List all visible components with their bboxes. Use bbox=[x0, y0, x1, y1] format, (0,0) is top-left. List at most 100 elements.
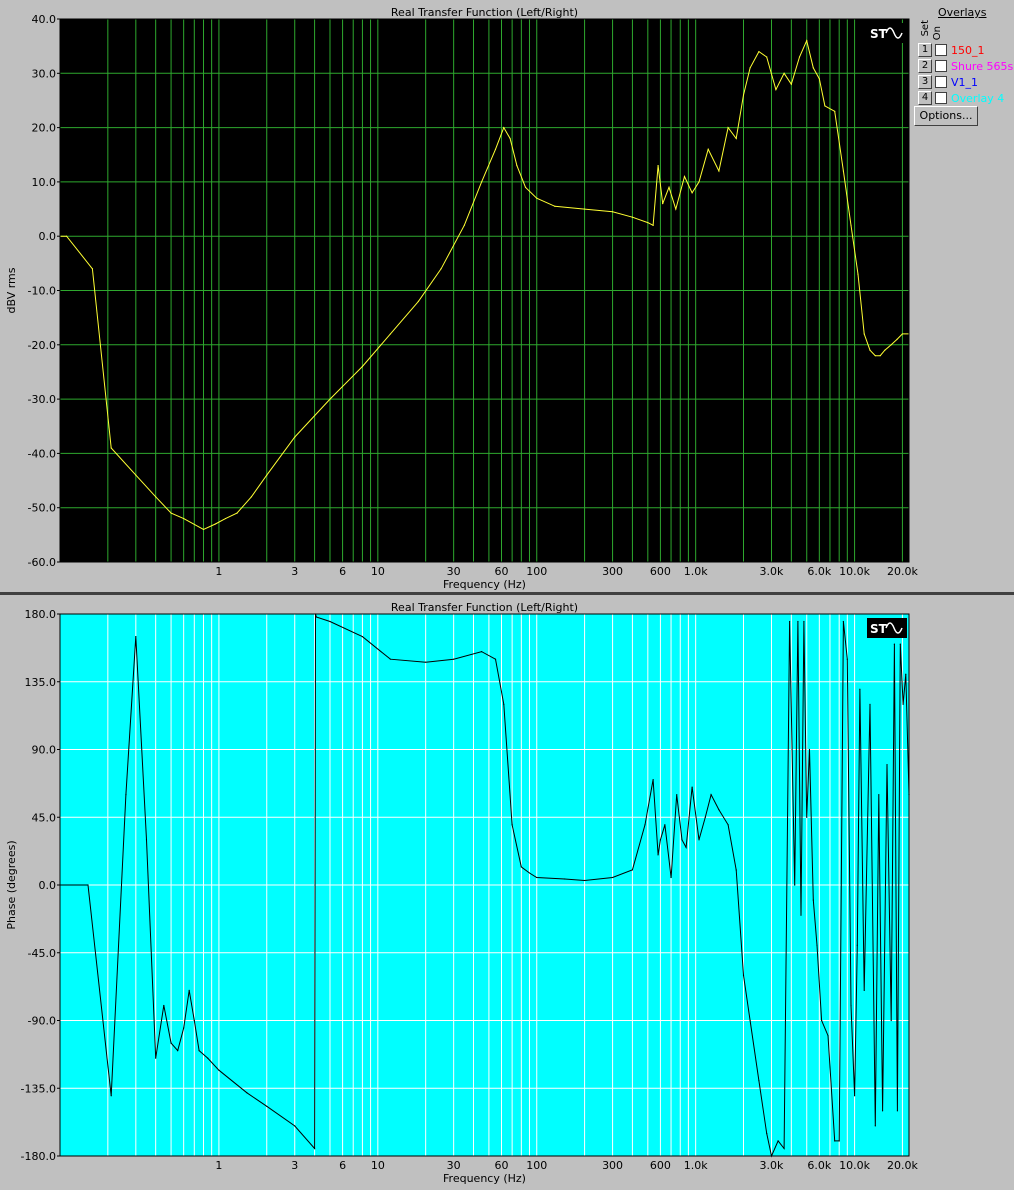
data-point bbox=[528, 872, 531, 874]
data-point bbox=[742, 94, 745, 96]
y-tick-label: -90.0 bbox=[28, 1015, 56, 1028]
data-point bbox=[869, 349, 871, 351]
data-point bbox=[879, 355, 881, 357]
data-point bbox=[735, 869, 737, 871]
sine-wave-icon[interactable]: ST bbox=[867, 618, 907, 638]
data-point bbox=[509, 137, 511, 140]
sine-wave-icon[interactable]: ST bbox=[867, 23, 907, 43]
data-point bbox=[863, 333, 865, 335]
overlay-label: Overlay 4 bbox=[951, 91, 1005, 105]
overlay-set-button[interactable]: 1 bbox=[918, 43, 932, 57]
x-tick-label: 3.0k bbox=[760, 1159, 784, 1172]
data-point bbox=[170, 1042, 172, 1044]
data-point bbox=[691, 192, 693, 194]
x-tick-label: 60 bbox=[494, 1159, 508, 1172]
x-tick-label: 10.0k bbox=[839, 1159, 870, 1172]
data-point bbox=[664, 824, 666, 826]
data-point bbox=[758, 1080, 760, 1082]
data-point bbox=[647, 222, 649, 224]
data-point bbox=[749, 1019, 751, 1022]
data-point bbox=[631, 216, 634, 218]
overlay-row: 2 Shure 565s bbox=[918, 58, 1013, 74]
data-point bbox=[812, 67, 814, 69]
data-point bbox=[659, 839, 662, 841]
data-point bbox=[125, 794, 127, 796]
data-point bbox=[812, 899, 814, 901]
data-point bbox=[361, 635, 364, 638]
data-point bbox=[313, 1147, 316, 1150]
data-point bbox=[718, 170, 720, 172]
data-point bbox=[853, 1095, 856, 1097]
data-point bbox=[856, 944, 858, 946]
data-point bbox=[798, 56, 801, 58]
x-tick-label: 10.0k bbox=[839, 565, 870, 578]
data-point bbox=[214, 523, 216, 525]
data-point bbox=[707, 148, 709, 150]
data-point bbox=[177, 1050, 179, 1052]
y-tick-label: -45.0 bbox=[28, 947, 56, 960]
x-tick-label: 10 bbox=[371, 1159, 385, 1172]
data-point bbox=[110, 1095, 112, 1097]
data-point bbox=[224, 517, 227, 520]
overlay-set-button[interactable]: 3 bbox=[918, 75, 932, 89]
data-point bbox=[389, 658, 392, 660]
overlay-on-checkbox[interactable] bbox=[935, 76, 947, 88]
data-point bbox=[827, 1034, 829, 1037]
x-axis-label: Frequency (Hz) bbox=[443, 578, 526, 591]
logo-text: ST bbox=[870, 27, 888, 41]
data-point bbox=[145, 839, 148, 841]
x-tick-label: 300 bbox=[602, 565, 623, 578]
data-point bbox=[564, 878, 566, 880]
overlay-set-button[interactable]: 4 bbox=[918, 91, 932, 105]
data-point bbox=[806, 40, 808, 42]
y-tick-label: -20.0 bbox=[28, 339, 56, 352]
data-point bbox=[893, 643, 895, 645]
data-point bbox=[583, 208, 586, 210]
data-point bbox=[890, 344, 892, 346]
options-button[interactable]: Options... bbox=[914, 106, 978, 126]
overlay-on-checkbox[interactable] bbox=[935, 60, 947, 72]
data-point bbox=[135, 474, 137, 476]
data-point bbox=[803, 620, 805, 623]
phase-pane: 180.0 135.0 90.0 45.0 0.0 -45.0 -90.0 -135.0 -18… bbox=[0, 595, 1014, 1186]
data-point bbox=[503, 127, 505, 129]
x-tick-label: 600 bbox=[650, 565, 671, 578]
data-point bbox=[775, 88, 777, 91]
data-point bbox=[188, 989, 190, 991]
data-point bbox=[135, 635, 137, 638]
data-point bbox=[797, 620, 799, 623]
data-point bbox=[198, 1050, 200, 1052]
data-point bbox=[790, 83, 792, 85]
y-tick-label: 45.0 bbox=[32, 811, 57, 824]
overlay-row: 3 V1_1 bbox=[918, 74, 978, 90]
y-tick-label: 0.0 bbox=[39, 879, 57, 892]
data-point bbox=[315, 616, 317, 618]
data-point bbox=[902, 703, 904, 705]
data-point bbox=[783, 72, 785, 74]
overlay-on-checkbox[interactable] bbox=[935, 92, 947, 104]
data-point bbox=[611, 876, 614, 879]
data-point bbox=[163, 1004, 165, 1007]
y-tick-label: 20.0 bbox=[32, 122, 57, 135]
y-tick-label: 180.0 bbox=[25, 608, 57, 621]
data-point bbox=[863, 989, 865, 991]
overlays-title: Overlays bbox=[938, 6, 987, 19]
data-point bbox=[417, 300, 420, 302]
overlay-on-checkbox[interactable] bbox=[935, 44, 947, 56]
data-point bbox=[91, 268, 94, 270]
overlay-set-button[interactable]: 2 bbox=[918, 59, 932, 73]
data-point bbox=[806, 816, 808, 818]
x-axis-label: Frequency (Hz) bbox=[443, 1172, 526, 1185]
data-point bbox=[668, 186, 670, 188]
data-point bbox=[183, 517, 185, 520]
x-tick-label: 1 bbox=[215, 565, 222, 578]
x-tick-label: 1.0k bbox=[684, 565, 708, 578]
overlays-on-header: On bbox=[932, 26, 943, 41]
magnitude-chart: 40.0 30.0 20.0 10.0 0.0 -10.0 -20.0 -30.0 -40.0 -… bbox=[5, 6, 918, 591]
y-tick-label: 90.0 bbox=[32, 744, 57, 757]
data-point bbox=[869, 703, 871, 705]
data-point bbox=[794, 884, 796, 886]
data-point bbox=[202, 528, 205, 531]
data-point bbox=[901, 333, 904, 335]
x-tick-label: 1 bbox=[215, 1159, 222, 1172]
